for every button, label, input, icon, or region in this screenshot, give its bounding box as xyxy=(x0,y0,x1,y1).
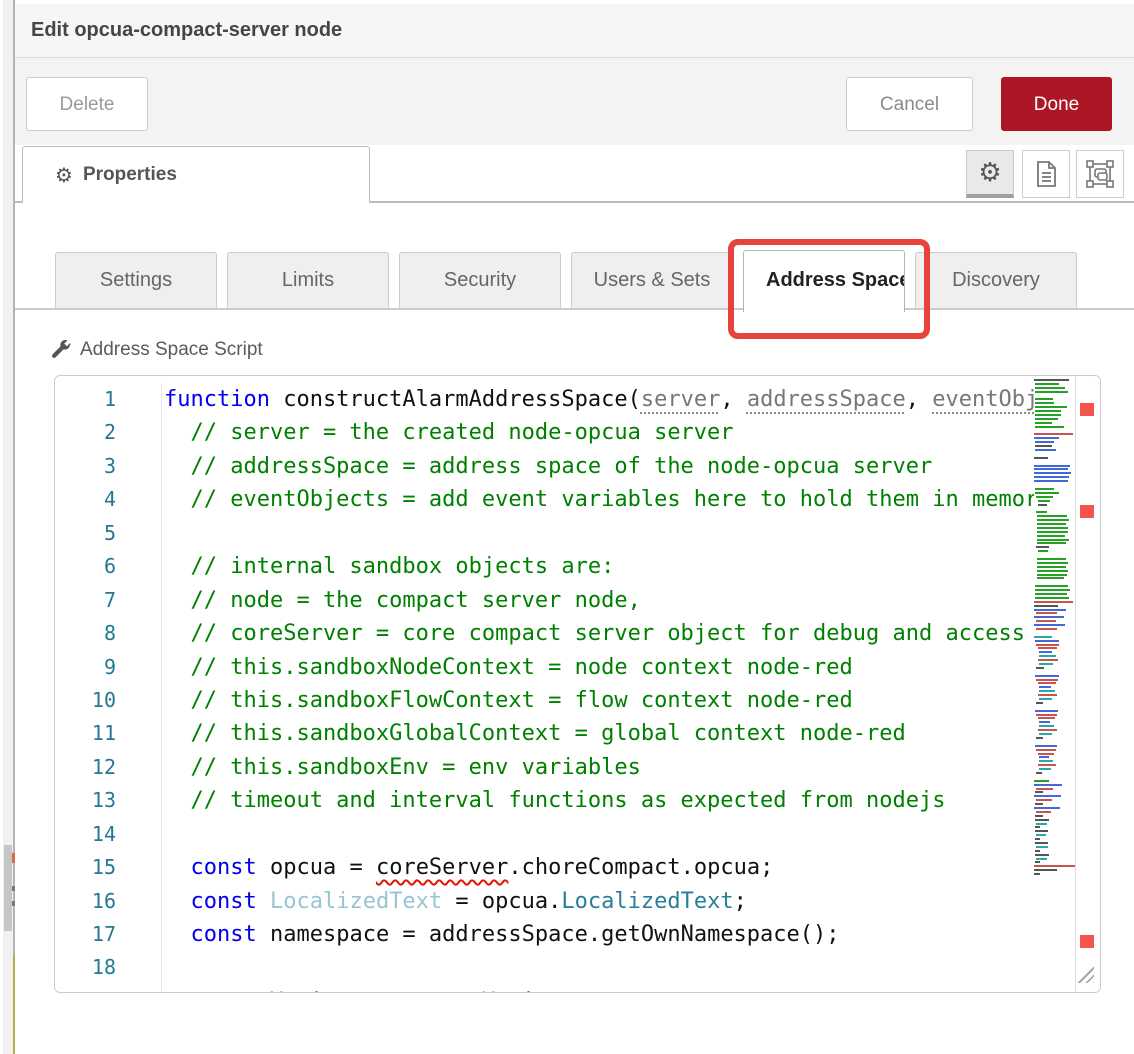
line-number: 8 xyxy=(55,617,116,650)
code-line[interactable]: const LocalizedText = opcua.LocalizedTex… xyxy=(164,885,1034,918)
dialog-button-bar: Delete Cancel Done xyxy=(15,58,1134,145)
wrench-icon xyxy=(50,339,72,361)
line-number: 10 xyxy=(55,684,116,717)
line-number: 12 xyxy=(55,751,116,784)
tab-discovery[interactable]: Discovery xyxy=(915,252,1077,309)
tab-limits[interactable]: Limits xyxy=(227,252,389,309)
edge-marker-dark xyxy=(12,901,15,906)
section-header: Address Space Script xyxy=(50,337,263,363)
node-properties-button[interactable]: ⚙ xyxy=(966,150,1014,198)
code-line[interactable]: const opcua = coreServer.choreCompact.op… xyxy=(164,851,1034,884)
tab-address-space[interactable]: Address Space xyxy=(743,250,905,312)
line-number: 3 xyxy=(55,450,116,483)
tab-settings[interactable]: Settings xyxy=(55,252,217,309)
code-line[interactable]: // server = the created node-opcua serve… xyxy=(164,416,1034,449)
tab-label: Address Space xyxy=(766,269,905,291)
tab-strip: Settings Limits Security Users & Sets Addres… xyxy=(55,252,1077,309)
error-marker xyxy=(1080,403,1094,416)
code-line[interactable]: function constructAlarmAddressSpace(serv… xyxy=(164,383,1034,416)
code-line[interactable] xyxy=(164,818,1034,851)
code-line[interactable]: // timeout and interval functions as exp… xyxy=(164,784,1034,817)
left-scrollbar-thumb[interactable] xyxy=(4,845,12,931)
properties-tab-bar: ⚙ Properties ⚙ xyxy=(15,145,1134,203)
line-number: 13 xyxy=(55,784,116,817)
code-line[interactable]: const Variant = opcua.Variant; xyxy=(164,985,1034,992)
error-marker xyxy=(1080,505,1094,518)
edit-node-dialog: Edit opcua-compact-server node Delete Ca… xyxy=(0,0,1134,1054)
address-space-script-editor[interactable]: 12345678910111213141516171819 function c… xyxy=(54,375,1101,993)
line-number: 11 xyxy=(55,717,116,750)
line-number: 16 xyxy=(55,885,116,918)
cancel-button[interactable]: Cancel xyxy=(846,77,973,131)
code-line[interactable]: // this.sandboxFlowContext = flow contex… xyxy=(164,684,1034,717)
appearance-frame-icon xyxy=(1086,160,1114,188)
code-line[interactable]: const namespace = addressSpace.getOwnNam… xyxy=(164,918,1034,951)
code-line[interactable]: // eventObjects = add event variables he… xyxy=(164,483,1034,516)
code-line[interactable]: // node = the compact server node, xyxy=(164,584,1034,617)
gear-icon: ⚙ xyxy=(978,160,1001,186)
tab-label: Users & Sets xyxy=(594,269,711,291)
node-description-button[interactable] xyxy=(1022,150,1070,198)
line-number: 18 xyxy=(55,951,116,984)
document-icon xyxy=(1034,160,1058,188)
section-label: Address Space Script xyxy=(80,339,263,361)
tab-label: Settings xyxy=(100,269,172,291)
edge-marker-orange xyxy=(12,853,15,863)
minimap[interactable] xyxy=(1034,379,1075,989)
line-number: 19 xyxy=(55,985,116,993)
tab-label: Security xyxy=(444,269,516,291)
code-line[interactable]: // addressSpace = address space of the n… xyxy=(164,450,1034,483)
line-number: 9 xyxy=(55,651,116,684)
line-number: 6 xyxy=(55,550,116,583)
tab-label: Limits xyxy=(282,269,334,291)
code-line[interactable]: // internal sandbox objects are: xyxy=(164,550,1034,583)
delete-button[interactable]: Delete xyxy=(26,77,148,131)
tab-users-sets[interactable]: Users & Sets xyxy=(571,252,733,309)
line-number: 5 xyxy=(55,517,116,550)
overview-ruler[interactable] xyxy=(1075,376,1100,992)
node-appearance-button[interactable] xyxy=(1076,150,1124,198)
tab-label: Discovery xyxy=(952,269,1040,291)
edge-marker-dark xyxy=(12,886,15,891)
properties-tab-label: Properties xyxy=(83,164,177,186)
dialog-title: Edit opcua-compact-server node xyxy=(15,4,1134,57)
code-line[interactable] xyxy=(164,951,1034,984)
tab-properties[interactable]: ⚙ Properties xyxy=(22,146,370,203)
line-number: 4 xyxy=(55,483,116,516)
code-line[interactable]: // this.sandboxGlobalContext = global co… xyxy=(164,717,1034,750)
edge-marker-olive xyxy=(13,955,15,1054)
editor-code[interactable]: function constructAlarmAddressSpace(serv… xyxy=(164,383,1034,992)
line-number: 17 xyxy=(55,918,116,951)
line-number: 15 xyxy=(55,851,116,884)
tab-security[interactable]: Security xyxy=(399,252,561,309)
dialog-header: Edit opcua-compact-server node xyxy=(15,4,1134,58)
done-button[interactable]: Done xyxy=(1001,77,1112,131)
code-line[interactable]: // this.sandboxNodeContext = node contex… xyxy=(164,651,1034,684)
gear-icon: ⚙ xyxy=(55,163,73,187)
code-line[interactable] xyxy=(164,517,1034,550)
error-marker xyxy=(1080,935,1094,948)
code-line[interactable]: // this.sandboxEnv = env variables xyxy=(164,751,1034,784)
line-number: 1 xyxy=(55,383,116,416)
line-number: 7 xyxy=(55,584,116,617)
editor-gutter: 12345678910111213141516171819 xyxy=(55,383,162,993)
code-line[interactable]: // coreServer = core compact server obje… xyxy=(164,617,1034,650)
line-number: 2 xyxy=(55,416,116,449)
line-number: 14 xyxy=(55,818,116,851)
